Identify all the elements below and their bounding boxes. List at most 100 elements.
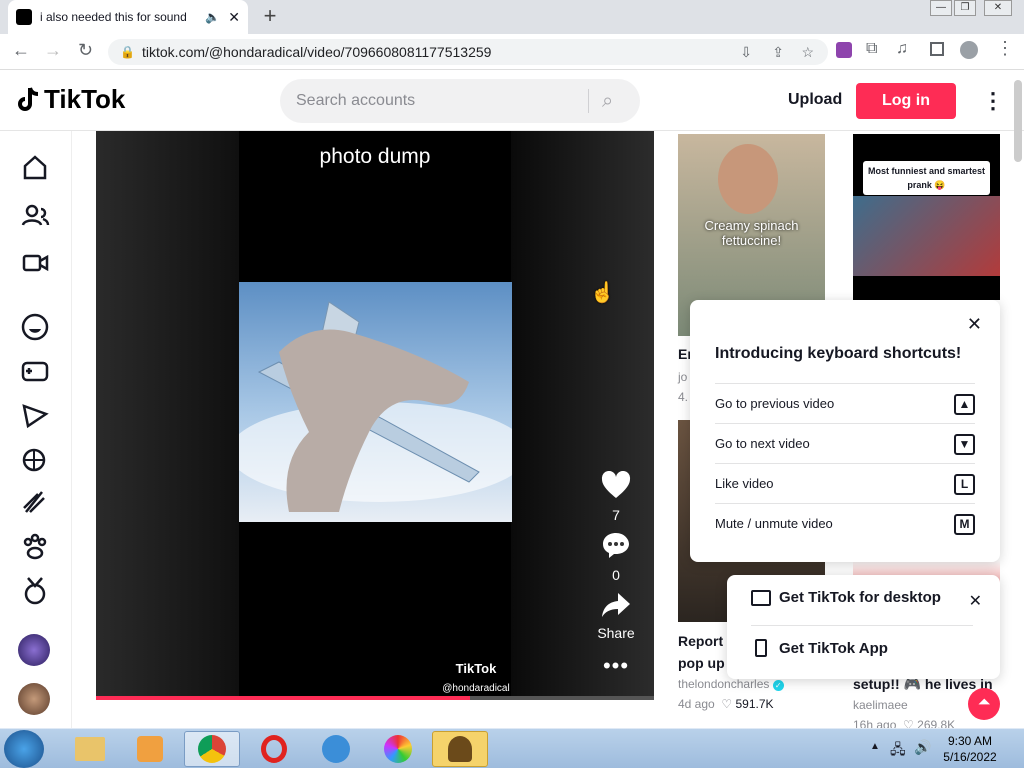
video-frame <box>239 282 512 522</box>
scrollbar[interactable] <box>1014 80 1022 162</box>
bookmark-star-icon[interactable]: ☆ <box>801 39 814 65</box>
like-button[interactable]: 7 <box>596 471 636 523</box>
url-text: tiktok.com/@hondaradical/video/709660808… <box>142 44 492 60</box>
close-tab-icon[interactable]: ✕ <box>228 9 240 26</box>
share-button[interactable]: Share <box>596 591 636 641</box>
video-stats: 4d ago ♡ 591.7K <box>678 697 774 711</box>
video-age: 16h ago <box>853 718 897 728</box>
more-icon[interactable]: ⋮ <box>982 88 1004 114</box>
creator-avatar[interactable] <box>18 683 50 715</box>
gaming-icon[interactable] <box>18 354 52 388</box>
profile-icon[interactable] <box>960 41 978 59</box>
comment-button[interactable]: 0 <box>596 531 636 583</box>
new-tab-button[interactable]: + <box>258 5 282 29</box>
comment-count: 0 <box>612 567 620 583</box>
live-icon[interactable] <box>18 246 52 280</box>
reload-icon[interactable]: ↻ <box>78 40 93 61</box>
sports-medal-icon[interactable] <box>18 574 52 608</box>
dance-icon[interactable] <box>18 442 52 476</box>
clock[interactable]: 9:30 AM 5/16/2022 <box>940 733 1000 765</box>
shortcut-label: Go to previous video <box>715 396 835 411</box>
sidepanel-icon[interactable] <box>930 42 944 56</box>
restore-button[interactable]: ❐ <box>954 0 976 16</box>
comedy-icon[interactable] <box>18 310 52 344</box>
beauty-icon[interactable] <box>18 486 52 520</box>
progress-fill <box>96 696 470 700</box>
shortcut-row: Like video L <box>715 463 975 503</box>
search-input[interactable]: Search accounts ⌕ <box>280 79 640 123</box>
address-bar: ← → ↻ 🔒 tiktok.com/@hondaradical/video/7… <box>0 34 1024 70</box>
tiktok-header: TikTok Search accounts ⌕ Upload Log in ⋮ <box>0 70 1024 131</box>
video-thumbnail[interactable]: Most funniest and smartest prank 😝 <box>853 134 1000 300</box>
chrome-icon[interactable] <box>184 731 240 767</box>
explorer-icon[interactable] <box>62 731 118 767</box>
more-options-icon[interactable]: ••• <box>596 653 636 679</box>
video-views: 591.7K <box>735 697 774 711</box>
like-count: 7 <box>612 507 620 523</box>
shortcut-row: Go to previous video ▲ <box>715 383 975 423</box>
extension-icon[interactable] <box>836 42 852 58</box>
video-age: 4d ago <box>678 697 715 711</box>
get-app-link[interactable]: Get TikTok App <box>751 639 888 657</box>
video-user[interactable]: thelondoncharles ✓ <box>678 677 784 691</box>
share-label: Share <box>597 625 635 641</box>
minimize-button[interactable]: — <box>930 0 952 16</box>
menu-icon[interactable]: ⋮ <box>996 38 1014 59</box>
key-down-icon: ▼ <box>954 434 975 455</box>
animals-icon[interactable] <box>18 530 52 564</box>
creator-avatar[interactable] <box>18 634 50 666</box>
media-player-icon[interactable] <box>122 731 178 767</box>
paint-icon[interactable] <box>370 731 426 767</box>
key-l-icon: L <box>954 474 975 495</box>
get-desktop-link[interactable]: Get TikTok for desktop <box>751 589 941 606</box>
network-icon[interactable]: 🖧 <box>890 739 906 763</box>
speaker-icon[interactable]: 🔈 <box>205 10 220 24</box>
forward-icon[interactable]: → <box>44 40 62 61</box>
opera-icon[interactable] <box>246 731 302 767</box>
shortcut-row: Mute / unmute video M <box>715 503 975 543</box>
install-icon[interactable]: ⇩ <box>740 39 752 65</box>
keyboard-shortcuts-popup: ✕ Introducing keyboard shortcuts! Go to … <box>690 300 1000 562</box>
get-app-label: Get TikTok App <box>779 639 888 657</box>
progress-bar[interactable] <box>96 696 654 700</box>
video-meta: 4. <box>678 390 689 404</box>
search-placeholder: Search accounts <box>296 92 416 109</box>
video-caption: photo dump <box>319 145 431 168</box>
start-button[interactable] <box>4 730 44 768</box>
login-button[interactable]: Log in <box>856 83 956 119</box>
back-icon[interactable]: ← <box>12 40 30 61</box>
following-icon[interactable] <box>18 198 52 232</box>
puzzle-icon[interactable]: ⧉ <box>866 40 877 58</box>
close-icon[interactable]: ✕ <box>969 591 982 611</box>
time-text: 9:30 AM <box>947 734 993 748</box>
media-icon[interactable]: ♫ <box>896 40 908 58</box>
shortcut-row: Go to next video ▼ <box>715 423 975 463</box>
lock-icon: 🔒 <box>120 45 135 59</box>
tiktok-logo[interactable]: TikTok <box>16 84 125 115</box>
cursor-icon: ☝ <box>590 282 615 304</box>
video-user[interactable]: jo <box>678 370 687 384</box>
thumbnail-overlay: Most funniest and smartest prank 😝 <box>863 161 990 195</box>
scroll-top-button[interactable]: ⏶ <box>968 688 1000 720</box>
home-icon[interactable] <box>18 150 52 184</box>
key-up-icon: ▲ <box>954 394 975 415</box>
upload-link[interactable]: Upload <box>788 91 842 109</box>
app-icon[interactable] <box>432 731 488 767</box>
user-name: thelondoncharles <box>678 677 770 691</box>
date-text: 5/16/2022 <box>943 750 997 764</box>
close-window-button[interactable]: ✕ <box>984 0 1012 16</box>
browser-tab[interactable]: i also needed this for sound 🔈 ✕ <box>8 0 248 34</box>
video-user[interactable]: kaelimaee <box>853 698 908 712</box>
video-player[interactable]: photo dump 7 0 Share ••• TikTok @hondara… <box>96 131 654 700</box>
food-icon[interactable] <box>18 398 52 432</box>
close-icon[interactable]: ✕ <box>967 314 982 335</box>
phone-icon <box>755 639 767 657</box>
ie-icon[interactable] <box>308 731 364 767</box>
volume-icon[interactable]: 🔊 <box>914 739 931 756</box>
url-field[interactable]: 🔒 tiktok.com/@hondaradical/video/7096608… <box>108 39 828 65</box>
popup-title: Introducing keyboard shortcuts! <box>715 345 962 362</box>
search-icon[interactable]: ⌕ <box>602 79 613 123</box>
share-page-icon[interactable]: ⇪ <box>772 39 784 65</box>
watermark: TikTok <box>455 661 497 676</box>
tray-arrow-icon[interactable]: ▲ <box>870 741 880 752</box>
